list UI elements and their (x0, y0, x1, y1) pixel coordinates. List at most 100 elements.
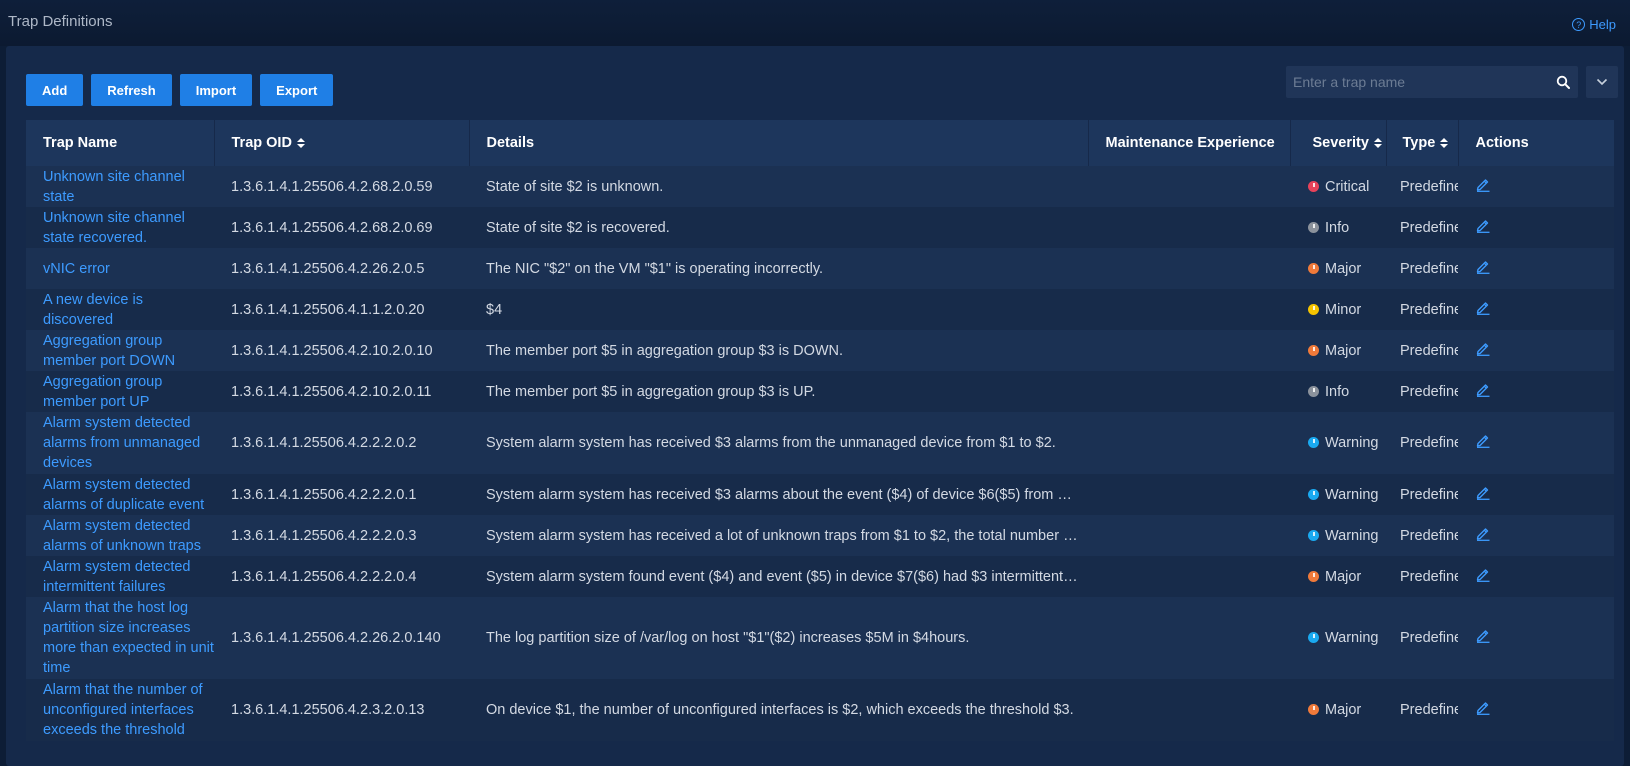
trap-type: Predefined (1386, 248, 1458, 289)
trap-name-link[interactable]: vNIC error (26, 248, 214, 289)
trap-name-link[interactable]: Aggregation group member port DOWN (26, 330, 214, 371)
actions-cell (1458, 289, 1614, 330)
sort-icon[interactable] (1440, 138, 1449, 149)
trap-details: System alarm system has received $3 alar… (469, 474, 1088, 515)
trap-definitions-panel: Add Refresh Import Export Trap Na (6, 46, 1624, 766)
severity-cell: Info (1290, 371, 1386, 412)
table-row[interactable]: Alarm system detected alarms of unknown … (26, 515, 1614, 556)
maintenance-experience (1088, 166, 1290, 207)
edit-pencil-icon[interactable] (1475, 525, 1491, 541)
trap-type: Predefined (1386, 207, 1458, 248)
edit-pencil-icon[interactable] (1475, 176, 1491, 192)
table-row[interactable]: A new device is discovered 1.3.6.1.4.1.25… (26, 289, 1614, 330)
actions-cell (1458, 248, 1614, 289)
edit-pencil-icon[interactable] (1475, 432, 1491, 448)
trap-oid: 1.3.6.1.4.1.25506.4.2.2.2.0.1 (214, 474, 469, 515)
trap-oid: 1.3.6.1.4.1.25506.4.2.68.2.0.59 (214, 166, 469, 207)
severity-cell: Warning (1290, 597, 1386, 679)
table-row[interactable]: Alarm system detected alarms of duplicat… (26, 474, 1614, 515)
maintenance-experience (1088, 371, 1290, 412)
trap-name-link[interactable]: Unknown site channel state recovered. (26, 207, 214, 248)
column-header-trap-oid[interactable]: Trap OID (214, 120, 470, 166)
column-header-severity[interactable]: Severity (1290, 120, 1387, 166)
trap-type: Predefined (1386, 371, 1458, 412)
edit-pencil-icon[interactable] (1475, 299, 1491, 315)
add-button[interactable]: Add (26, 74, 84, 106)
trap-name-link[interactable]: A new device is discovered (26, 289, 214, 330)
table-row[interactable]: Alarm that the host log partition size i… (26, 597, 1614, 679)
severity-cell: Minor (1290, 289, 1386, 330)
help-link[interactable]: ? Help (1572, 17, 1616, 32)
table-row[interactable]: Aggregation group member port UP 1.3.6.1.… (26, 371, 1614, 412)
trap-details: The member port $5 in aggregation group … (469, 371, 1088, 412)
search-input[interactable] (1286, 66, 1548, 98)
trap-name-link[interactable]: Unknown site channel state (26, 166, 214, 207)
severity-cell: Critical (1290, 166, 1386, 207)
maintenance-experience (1088, 679, 1290, 741)
severity-label: Minor (1325, 301, 1362, 318)
severity-label: Major (1325, 568, 1362, 585)
refresh-button[interactable]: Refresh (91, 74, 172, 106)
edit-pencil-icon[interactable] (1475, 566, 1491, 582)
severity-label: Warning (1325, 630, 1379, 646)
table-row[interactable]: Alarm system detected intermittent failu… (26, 556, 1614, 597)
advanced-search-toggle[interactable] (1586, 66, 1618, 98)
export-button[interactable]: Export (260, 74, 334, 106)
severity-dot-icon (1308, 570, 1319, 582)
actions-cell (1458, 371, 1614, 412)
table-row[interactable]: Alarm system detected alarms from unmana… (26, 412, 1614, 474)
severity-dot-icon (1308, 262, 1319, 274)
severity-cell: Major (1290, 330, 1386, 371)
trap-oid: 1.3.6.1.4.1.25506.4.2.26.2.0.140 (214, 597, 469, 679)
top-bar: Trap Definitions ? Help (0, 0, 1630, 46)
trap-oid: 1.3.6.1.4.1.25506.4.1.1.2.0.20 (214, 289, 469, 330)
page-title: Trap Definitions (8, 13, 113, 30)
maintenance-experience (1088, 330, 1290, 371)
edit-pencil-icon[interactable] (1475, 381, 1491, 397)
trap-details: State of site $2 is unknown. (469, 166, 1088, 207)
trap-name-link[interactable]: Alarm system detected intermittent failu… (26, 556, 214, 597)
import-button[interactable]: Import (179, 74, 253, 106)
severity-cell: Major (1290, 679, 1386, 741)
severity-dot-icon (1308, 632, 1319, 643)
edit-pencil-icon[interactable] (1475, 699, 1491, 715)
table-row[interactable]: Unknown site channel state recovered. 1.3… (26, 207, 1614, 248)
table-row[interactable]: vNIC error 1.3.6.1.4.1.25506.4.2.26.2.0.5… (26, 248, 1614, 289)
maintenance-experience (1088, 474, 1290, 515)
table-row[interactable]: Unknown site channel state 1.3.6.1.4.1.25… (26, 166, 1614, 207)
severity-dot-icon (1308, 180, 1319, 192)
sort-icon[interactable] (296, 138, 305, 149)
edit-pencil-icon[interactable] (1475, 258, 1491, 274)
edit-pencil-icon[interactable] (1475, 217, 1491, 233)
search-icon[interactable] (1548, 66, 1578, 98)
trap-name-link[interactable]: Alarm system detected alarms of duplicat… (26, 474, 214, 515)
severity-dot-icon (1308, 704, 1319, 715)
search-box (1286, 66, 1578, 98)
trap-details: The log partition size of /var/log on ho… (469, 597, 1088, 679)
edit-pencil-icon[interactable] (1475, 340, 1491, 356)
severity-cell: Warning (1290, 515, 1386, 556)
table-row[interactable]: Alarm that the number of unconfigured in… (26, 679, 1614, 741)
actions-cell (1458, 207, 1614, 248)
table-row[interactable]: Aggregation group member port DOWN 1.3.6.… (26, 330, 1614, 371)
toolbar: Add Refresh Import Export (26, 74, 334, 106)
actions-cell (1458, 412, 1614, 474)
trap-name-link[interactable]: Alarm system detected alarms from unmana… (26, 412, 214, 474)
maintenance-experience (1088, 597, 1290, 679)
trap-name-link[interactable]: Aggregation group member port UP (26, 371, 214, 412)
severity-dot-icon (1308, 488, 1319, 500)
maintenance-experience (1088, 556, 1290, 597)
actions-cell (1458, 515, 1614, 556)
edit-pencil-icon[interactable] (1475, 484, 1491, 500)
trap-name-link[interactable]: Alarm that the number of unconfigured in… (26, 679, 214, 741)
trap-oid: 1.3.6.1.4.1.25506.4.2.2.2.0.2 (214, 412, 469, 474)
column-header-details: Details (469, 120, 1089, 166)
column-header-type[interactable]: Type (1386, 120, 1459, 166)
trap-type: Predefined (1386, 556, 1458, 597)
trap-name-link[interactable]: Alarm that the host log partition size i… (26, 597, 214, 679)
edit-pencil-icon[interactable] (1475, 627, 1491, 643)
column-header-actions: Actions (1458, 120, 1614, 166)
severity-label: Warning (1325, 527, 1379, 544)
trap-name-link[interactable]: Alarm system detected alarms of unknown … (26, 515, 214, 556)
sort-icon[interactable] (1373, 138, 1382, 149)
